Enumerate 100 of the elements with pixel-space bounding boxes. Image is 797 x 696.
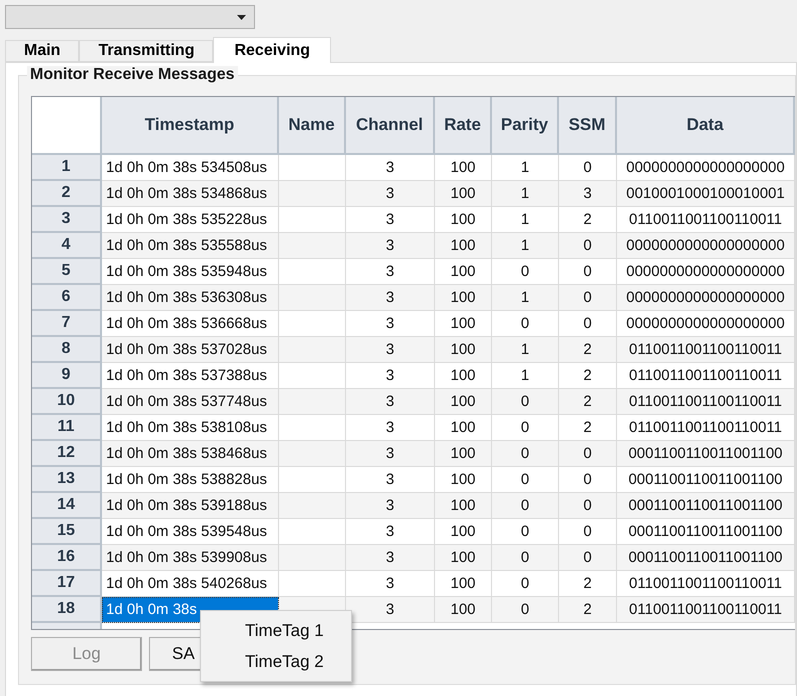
table-cell [279,337,346,363]
table-cell: 0010001000100010001 [617,181,795,207]
row-header[interactable]: 5 [32,259,102,285]
table-cell: 1d 0h 0m 38s 534868us [102,181,279,207]
table-cell: 3 [559,181,617,207]
row-header[interactable]: 3 [32,207,102,233]
table-cell: 1d 0h 0m 38s 537388us [102,363,279,389]
row-header[interactable]: 7 [32,311,102,337]
table-cell: 0 [492,259,559,285]
row-header[interactable]: 14 [32,493,102,519]
table-cell [279,545,346,571]
table-cell [279,155,346,181]
row-header[interactable]: 1 [32,155,102,181]
table-cell: 0 [492,415,559,441]
table-cell: 3 [346,389,435,415]
table-cell: 0000000000000000000 [617,311,795,337]
table-cell: 100 [435,207,492,233]
table-cell: 1d 0h 0m 38s 539548us [102,519,279,545]
table-cell: 1d 0h 0m 38s 537748us [102,389,279,415]
table-cell: 0 [559,441,617,467]
table-cell: 3 [346,597,435,623]
row-header[interactable]: 10 [32,389,102,415]
table-cell [279,389,346,415]
table-cell: 0 [559,467,617,493]
row-header[interactable]: 18 [32,597,102,623]
table-cell: 0 [492,467,559,493]
table-cell: 100 [435,571,492,597]
table-cell: 3 [346,233,435,259]
table-cell: 100 [435,545,492,571]
row-header[interactable]: 12 [32,441,102,467]
table-cell: 1d 0h 0m 38s 539908us [102,545,279,571]
table-cell: 0001100110011001100 [617,519,795,545]
menu-item[interactable]: TimeTag 2 [201,646,351,677]
table-cell: 0 [559,493,617,519]
table-cell: 100 [435,285,492,311]
column-header[interactable]: Timestamp [102,97,279,155]
table-cell: 0000000000000000000 [617,233,795,259]
tab[interactable]: Main [5,40,80,62]
row-header[interactable]: 11 [32,415,102,441]
table-cell: 100 [435,337,492,363]
table-cell: 100 [435,597,492,623]
table-cell: 0 [492,545,559,571]
row-header[interactable]: 13 [32,467,102,493]
table-cell: 3 [346,415,435,441]
table-cell: 3 [346,311,435,337]
table-cell: 0000000000000000000 [617,259,795,285]
table-cell: 0 [559,519,617,545]
table-cell: 100 [435,155,492,181]
column-header[interactable]: Name [279,97,346,155]
table-cell: 1d 0h 0m 38s 538468us [102,441,279,467]
table-cell: 100 [435,311,492,337]
table-cell: 1d 0h 0m 38s 537028us [102,337,279,363]
row-header[interactable]: 9 [32,363,102,389]
table-cell [279,519,346,545]
table-cell [279,233,346,259]
table-cell: 0 [492,493,559,519]
table-cell [279,181,346,207]
table-cell: 1 [492,181,559,207]
table-cell: 2 [559,571,617,597]
corner-cell[interactable] [32,97,102,155]
column-header[interactable]: Rate [435,97,492,155]
table-cell: 0001100110011001100 [617,545,795,571]
table-cell: 100 [435,259,492,285]
table-cell: 3 [346,519,435,545]
column-header[interactable]: SSM [559,97,617,155]
table-cell: 1 [492,233,559,259]
table-cell: 3 [346,493,435,519]
table-cell: 1d 0h 0m 38s 538828us [102,467,279,493]
table-cell: 1d 0h 0m 38s 536668us [102,311,279,337]
table-cell: 100 [435,415,492,441]
column-header[interactable]: Data [617,97,795,155]
table-cell: 3 [346,155,435,181]
column-header[interactable]: Channel [346,97,435,155]
tab[interactable]: Receiving [213,37,332,63]
table-cell: 100 [435,467,492,493]
table-cell [279,363,346,389]
table-cell: 0110011001100110011 [617,415,795,441]
table-cell: 3 [346,285,435,311]
table-cell: 0 [559,233,617,259]
table-cell [279,285,346,311]
table-cell: 0 [559,285,617,311]
table-cell: 0110011001100110011 [617,363,795,389]
column-header[interactable]: Parity [492,97,559,155]
caret-icon [237,14,246,20]
row-header[interactable]: 16 [32,545,102,571]
table-cell: 0000000000000000000 [617,155,795,181]
row-header[interactable]: 2 [32,181,102,207]
table-cell: 3 [346,207,435,233]
table-cell: 0110011001100110011 [617,597,795,623]
table-cell: 1d 0h 0m 38s 536308us [102,285,279,311]
row-header[interactable]: 17 [32,571,102,597]
row-header[interactable]: 15 [32,519,102,545]
combo-box[interactable] [5,5,255,29]
table-cell: 100 [435,181,492,207]
row-header[interactable]: 6 [32,285,102,311]
row-header[interactable]: 8 [32,337,102,363]
tab[interactable]: Transmitting [79,40,214,62]
table-cell: 0 [492,519,559,545]
table-cell: 100 [435,363,492,389]
row-header[interactable]: 4 [32,233,102,259]
